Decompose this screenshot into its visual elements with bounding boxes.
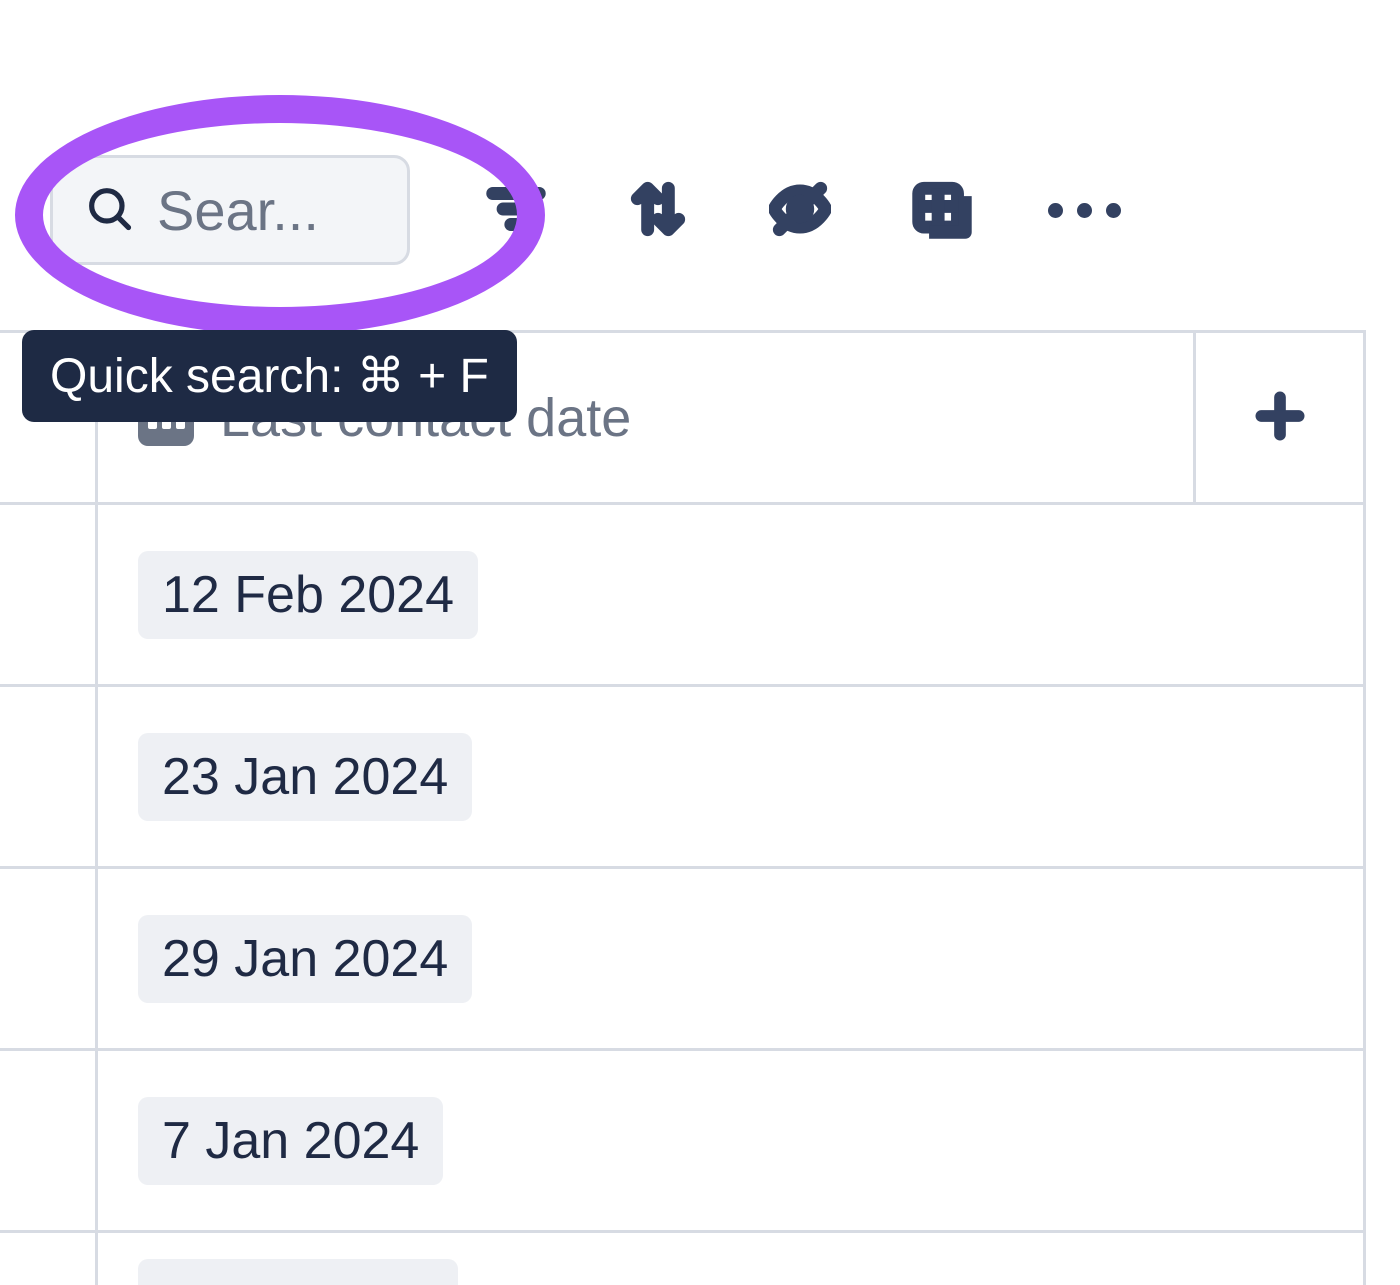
table-row[interactable] [0, 1233, 1363, 1285]
row-handle[interactable] [0, 505, 98, 684]
date-chip[interactable] [138, 1259, 458, 1285]
table-row[interactable]: 29 Jan 2024 [0, 869, 1363, 1051]
table-layout-icon [911, 178, 973, 243]
row-handle[interactable] [0, 1051, 98, 1230]
more-button[interactable] [1048, 174, 1120, 246]
date-chip[interactable]: 7 Jan 2024 [138, 1097, 443, 1185]
date-chip[interactable]: 29 Jan 2024 [138, 915, 472, 1003]
row-cell[interactable]: 7 Jan 2024 [98, 1097, 1363, 1185]
row-cell[interactable]: 29 Jan 2024 [98, 915, 1363, 1003]
sort-icon [627, 178, 689, 243]
table-row[interactable]: 7 Jan 2024 [0, 1051, 1363, 1233]
plus-icon [1252, 432, 1308, 447]
table-row[interactable]: 12 Feb 2024 [0, 505, 1363, 687]
eye-off-icon [769, 178, 831, 243]
toolbar [0, 155, 1120, 265]
row-handle[interactable] [0, 687, 98, 866]
sort-button[interactable] [622, 174, 694, 246]
table-row[interactable]: 23 Jan 2024 [0, 687, 1363, 869]
row-cell[interactable]: 12 Feb 2024 [98, 551, 1363, 639]
row-cell[interactable]: 23 Jan 2024 [98, 733, 1363, 821]
data-table: Last contact date 12 Feb 202423 Jan 2024… [0, 330, 1400, 1285]
date-chip[interactable]: 23 Jan 2024 [138, 733, 472, 821]
more-icon [1048, 203, 1121, 218]
date-chip[interactable]: 12 Feb 2024 [138, 551, 478, 639]
filter-button[interactable] [480, 174, 552, 246]
row-handle[interactable] [0, 869, 98, 1048]
layout-button[interactable] [906, 174, 978, 246]
add-column-button[interactable] [1252, 388, 1308, 447]
search-icon [83, 182, 135, 239]
search-tooltip: Quick search: ⌘ + F [22, 330, 517, 422]
filter-icon [485, 178, 547, 243]
search-box[interactable] [50, 155, 410, 265]
hide-columns-button[interactable] [764, 174, 836, 246]
